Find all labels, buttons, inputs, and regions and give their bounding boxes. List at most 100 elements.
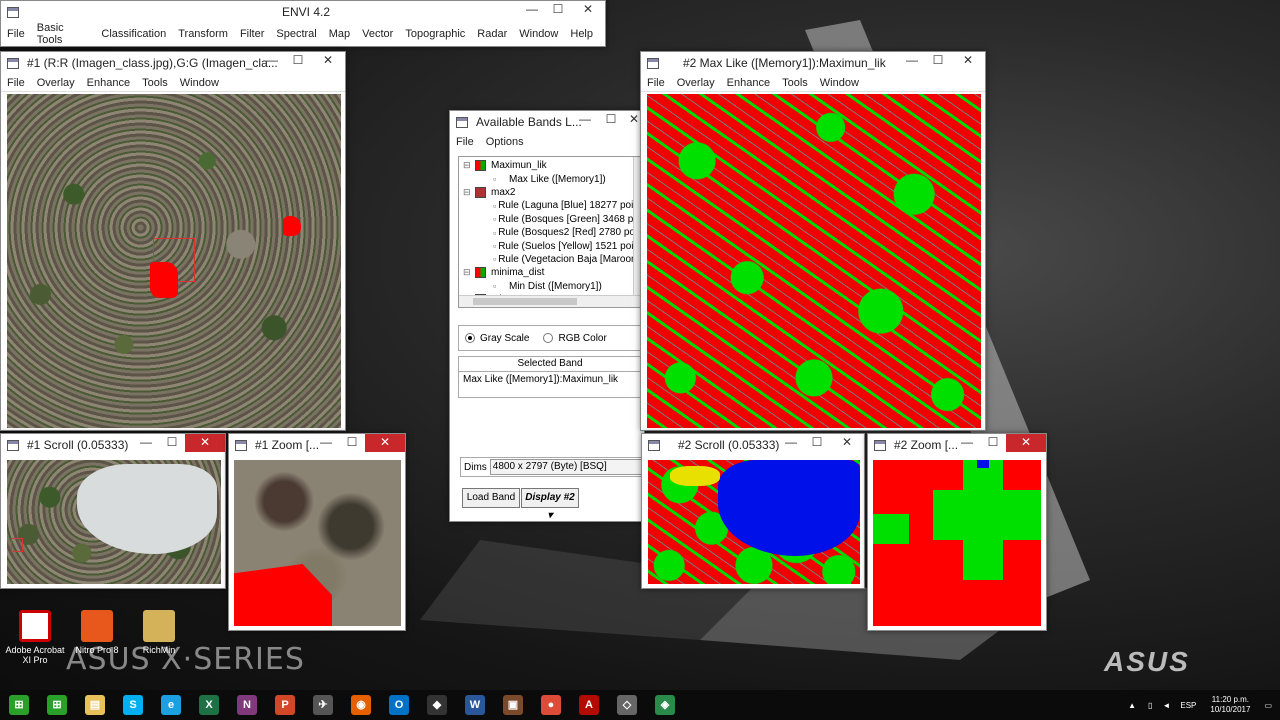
- scroll-canvas[interactable]: [7, 460, 221, 584]
- taskbar-app-app16[interactable]: ◇: [608, 690, 646, 720]
- taskbar-app-acrobat[interactable]: A: [570, 690, 608, 720]
- notifications-icon[interactable]: ▭: [1264, 701, 1272, 710]
- title-bar[interactable]: #1 Zoom [... — ☐ ✕: [229, 434, 405, 456]
- title-bar[interactable]: #2 Max Like ([Memory1]):Maximun_lik — ☐ …: [641, 52, 985, 74]
- menu-radar[interactable]: Radar: [477, 28, 507, 40]
- tree-row[interactable]: ▫ Rule (Suelos [Yellow] 1521 poi: [463, 239, 633, 252]
- language-indicator[interactable]: ESP: [1180, 701, 1196, 710]
- minimize-button[interactable]: —: [899, 52, 925, 70]
- menu-help[interactable]: Help: [570, 28, 593, 40]
- maximize-button[interactable]: ☐: [804, 434, 830, 452]
- gray-scale-radio[interactable]: [465, 333, 475, 343]
- menu-enhance[interactable]: Enhance: [87, 77, 130, 89]
- taskbar-app-firefox[interactable]: ◉: [342, 690, 380, 720]
- close-button[interactable]: ✕: [951, 52, 985, 70]
- menu-tools[interactable]: Tools: [782, 77, 808, 89]
- menu-topographic[interactable]: Topographic: [405, 28, 465, 40]
- taskbar-app-onenote[interactable]: N: [228, 690, 266, 720]
- taskbar-app-explorer[interactable]: ▤: [76, 690, 114, 720]
- close-button[interactable]: ✕: [311, 52, 345, 70]
- title-bar[interactable]: Available Bands L... — ☐ ✕: [450, 111, 644, 133]
- taskbar-app-foxit[interactable]: ◆: [418, 690, 456, 720]
- title-bar[interactable]: ENVI 4.2 — ☐ ✕: [1, 1, 605, 23]
- menu-file[interactable]: File: [647, 77, 665, 89]
- maximize-button[interactable]: ☐: [545, 1, 571, 19]
- maximize-button[interactable]: ☐: [925, 52, 951, 70]
- collapse-toggle-icon[interactable]: ⊟: [463, 267, 475, 278]
- clock[interactable]: 11:20 p.m. 10/10/2017: [1210, 695, 1250, 715]
- menu-spectral[interactable]: Spectral: [276, 28, 316, 40]
- tree-row[interactable]: ⊟ max2: [463, 186, 633, 199]
- taskbar-app-word[interactable]: W: [456, 690, 494, 720]
- maximize-button[interactable]: ☐: [285, 52, 311, 70]
- taskbar-app-store[interactable]: ⊞: [38, 690, 76, 720]
- minimize-button[interactable]: —: [778, 434, 804, 452]
- zoom-canvas[interactable]: [873, 460, 1041, 626]
- horizontal-scrollbar[interactable]: [459, 295, 643, 307]
- close-button[interactable]: ✕: [185, 434, 225, 452]
- desktop-icon-richmin[interactable]: RichMin: [124, 610, 194, 655]
- taskbar-app-outlook[interactable]: O: [380, 690, 418, 720]
- menu-vector[interactable]: Vector: [362, 28, 393, 40]
- title-bar[interactable]: #2 Zoom [... — ☐ ✕: [868, 434, 1046, 456]
- tree-row[interactable]: ▫ Max Like ([Memory1]): [463, 172, 633, 185]
- menu-window[interactable]: Window: [820, 77, 859, 89]
- menu-map[interactable]: Map: [329, 28, 350, 40]
- close-button[interactable]: ✕: [571, 1, 605, 19]
- taskbar-app-app8[interactable]: ✈: [304, 690, 342, 720]
- minimize-button[interactable]: —: [259, 52, 285, 70]
- menu-file[interactable]: File: [456, 136, 474, 148]
- menu-transform[interactable]: Transform: [178, 28, 228, 40]
- taskbar-app-chrome[interactable]: ●: [532, 690, 570, 720]
- display-select[interactable]: Display #2 ▾: [521, 488, 579, 521]
- menu-options[interactable]: Options: [486, 136, 524, 148]
- maximize-button[interactable]: ☐: [339, 434, 365, 452]
- band-tree[interactable]: ⊟ Maximun_lik ▫ Max Like ([Memory1]) ⊟ max2 ▫ R…: [458, 156, 644, 308]
- tree-row[interactable]: ▫ Rule (Laguna [Blue] 18277 poi: [463, 199, 633, 212]
- taskbar-app-skype[interactable]: S: [114, 690, 152, 720]
- menu-overlay[interactable]: Overlay: [37, 77, 75, 89]
- desktop-icon-nitro[interactable]: Nitro Pro 8: [62, 610, 132, 655]
- minimize-button[interactable]: —: [133, 434, 159, 452]
- tree-row[interactable]: ▫ Rule (Bosques [Green] 3468 po: [463, 213, 639, 226]
- close-button[interactable]: ✕: [1006, 434, 1046, 452]
- scroll-canvas[interactable]: [648, 460, 860, 584]
- title-bar[interactable]: #2 Scroll (0.05333) — ☐ ✕: [642, 434, 864, 456]
- tree-row[interactable]: ⊟ Maximun_lik: [463, 159, 633, 172]
- maximize-button[interactable]: ☐: [980, 434, 1006, 452]
- minimize-button[interactable]: —: [519, 1, 545, 19]
- menu-classification[interactable]: Classification: [101, 28, 166, 40]
- tree-row[interactable]: ▫ Min Dist ([Memory1]): [463, 280, 633, 293]
- taskbar-app-excel[interactable]: X: [190, 690, 228, 720]
- menu-window[interactable]: Window: [180, 77, 219, 89]
- scroll-thumb[interactable]: [473, 298, 577, 305]
- tree-row[interactable]: ▫ Rule (Vegetacion Baja [Maroor: [463, 253, 634, 266]
- load-band-button[interactable]: Load Band: [462, 488, 520, 508]
- scroll-box[interactable]: [11, 538, 23, 552]
- volume-icon[interactable]: ◄: [1162, 701, 1170, 710]
- desktop-icon-acrobat[interactable]: Adobe Acrobat XI Pro: [0, 610, 70, 665]
- start-button[interactable]: ⊞: [0, 690, 38, 720]
- rgb-color-radio[interactable]: [543, 333, 554, 343]
- maximize-button[interactable]: ☐: [598, 111, 624, 129]
- network-icon[interactable]: ▯: [1148, 701, 1152, 710]
- title-bar[interactable]: #1 (R:R (Imagen_class.jpg),G:G (Imagen_c…: [1, 52, 345, 74]
- tree-row[interactable]: ⊟ minima_dist: [463, 266, 633, 279]
- menu-file[interactable]: File: [7, 28, 25, 40]
- minimize-button[interactable]: —: [313, 434, 339, 452]
- taskbar-app-ie[interactable]: e: [152, 690, 190, 720]
- menu-filter[interactable]: Filter: [240, 28, 264, 40]
- menu-enhance[interactable]: Enhance: [727, 77, 770, 89]
- tree-row[interactable]: ▫ Rule (Bosques2 [Red] 2780 po: [463, 226, 635, 239]
- taskbar-app-app13[interactable]: ▣: [494, 690, 532, 720]
- menu-basic-tools[interactable]: Basic Tools: [37, 22, 90, 46]
- zoom-canvas[interactable]: [234, 460, 401, 626]
- taskbar-app-envi[interactable]: ◈: [646, 690, 684, 720]
- chevron-up-icon[interactable]: ▲: [1128, 701, 1136, 710]
- taskbar-app-powerpoint[interactable]: P: [266, 690, 304, 720]
- menu-file[interactable]: File: [7, 77, 25, 89]
- maximize-button[interactable]: ☐: [159, 434, 185, 452]
- close-button[interactable]: ✕: [365, 434, 405, 452]
- collapse-toggle-icon[interactable]: ⊟: [463, 160, 475, 171]
- minimize-button[interactable]: —: [954, 434, 980, 452]
